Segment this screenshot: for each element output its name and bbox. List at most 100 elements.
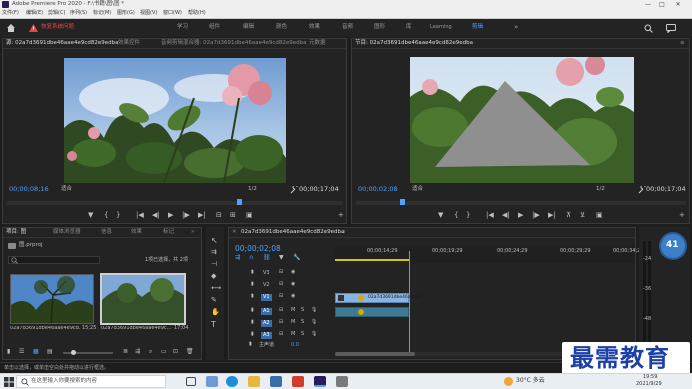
- lock-icon[interactable]: ▮: [251, 332, 254, 337]
- step-back-icon[interactable]: ◀|: [502, 212, 510, 219]
- eye-icon[interactable]: ◉: [291, 294, 295, 299]
- timeline-timecode[interactable]: 00;00;02;08: [235, 245, 281, 253]
- master-lock-icon[interactable]: ▮: [249, 342, 252, 347]
- windows-start-icon[interactable]: [4, 377, 14, 387]
- trash-icon[interactable]: 🗑: [186, 349, 194, 355]
- source-scrub-bar[interactable]: [7, 199, 343, 205]
- tab-learning[interactable]: Learning: [430, 25, 452, 30]
- tab-metadata[interactable]: 元数据: [309, 40, 326, 47]
- audio-clip[interactable]: [335, 307, 409, 317]
- mark-out-icon[interactable]: }: [116, 212, 120, 219]
- new-item-icon[interactable]: ⊡: [173, 349, 178, 355]
- source-video-frame[interactable]: [64, 58, 286, 183]
- track-header-a3[interactable]: ▮ A3 ⊟ M S 🎙: [247, 330, 333, 341]
- taskbar-search-box[interactable]: 在这里输入你要搜索的内容: [16, 375, 166, 388]
- track-header-a2[interactable]: ▮ A2 ⊟ M S 🎙: [247, 318, 333, 329]
- tab-effects[interactable]: 效果: [131, 229, 142, 236]
- microphone-icon[interactable]: 🎙: [311, 320, 317, 325]
- work-area-bar[interactable]: [335, 259, 409, 261]
- file-explorer-icon[interactable]: [248, 376, 260, 387]
- slip-tool-icon[interactable]: ⟷: [211, 285, 221, 292]
- tab-audio[interactable]: 音频: [342, 24, 353, 31]
- task-view-icon[interactable]: [186, 377, 196, 386]
- program-scrub-bar[interactable]: [356, 199, 686, 205]
- solo-icon[interactable]: S: [301, 308, 304, 313]
- search-icon[interactable]: [644, 24, 653, 33]
- alert-text[interactable]: 恢复系统问题: [41, 24, 74, 31]
- wps-office-icon[interactable]: [292, 376, 304, 387]
- lock-icon[interactable]: ▮: [251, 294, 254, 299]
- extract-icon[interactable]: ⊻: [580, 212, 585, 219]
- tab-effect-controls[interactable]: 效果控件: [118, 40, 140, 47]
- store-icon[interactable]: [270, 376, 282, 387]
- microphone-icon[interactable]: 🎙: [311, 308, 317, 313]
- tab-graphics[interactable]: 图形: [374, 24, 385, 31]
- wrench-icon[interactable]: [638, 184, 646, 194]
- lock-icon[interactable]: ▮: [251, 282, 254, 287]
- tab-audio-clip-mixer[interactable]: 音频剪辑混合器: 02a7d3691dbe46aae4e9cd82e9edba: [161, 40, 306, 47]
- camera-icon[interactable]: ▣: [596, 212, 603, 219]
- close-button[interactable]: ✕: [672, 0, 684, 9]
- tab-info[interactable]: 信息: [101, 229, 112, 236]
- clock-date[interactable]: 2021/9/29: [636, 382, 662, 387]
- lock-icon[interactable]: ▮: [251, 308, 254, 313]
- add-marker-icon[interactable]: ▼: [438, 212, 443, 219]
- project-item-name[interactable]: 02a7d3691dbe46aae4e9c...: [101, 326, 171, 331]
- lift-icon[interactable]: ⊼: [566, 212, 571, 219]
- program-resolution-dropdown[interactable]: 1/2: [596, 186, 605, 193]
- master-value[interactable]: 0.0: [291, 343, 299, 348]
- tab-color[interactable]: 颜色: [276, 24, 287, 31]
- project-search-input[interactable]: [8, 256, 100, 264]
- step-forward-icon[interactable]: |▶: [182, 212, 190, 219]
- edge-browser-icon[interactable]: [226, 376, 238, 387]
- menu-clip[interactable]: 剪辑(C): [48, 11, 65, 16]
- tab-effects[interactable]: 效果: [309, 24, 320, 31]
- sync-lock-icon[interactable]: ⊟: [279, 282, 283, 287]
- menu-sequence[interactable]: 序列(S): [70, 11, 87, 16]
- timeline-close-icon[interactable]: ✕: [232, 229, 237, 236]
- add-marker-icon[interactable]: ▼: [88, 212, 93, 219]
- menu-marker[interactable]: 标记(M): [93, 11, 111, 16]
- program-fit-dropdown[interactable]: 适合: [412, 186, 423, 193]
- selection-tool-icon[interactable]: ↖: [211, 237, 218, 245]
- sync-lock-icon[interactable]: ⊟: [279, 320, 283, 325]
- ripple-edit-tool-icon[interactable]: ⊣: [211, 261, 217, 268]
- sort-icon[interactable]: ≣: [123, 349, 128, 355]
- tab-clip[interactable]: 剪辑: [472, 24, 483, 31]
- source-playhead[interactable]: [237, 199, 242, 205]
- go-to-in-icon[interactable]: |◀: [486, 212, 494, 219]
- solo-icon[interactable]: S: [301, 332, 304, 337]
- mute-icon[interactable]: M: [291, 308, 295, 313]
- list-view-icon[interactable]: ☰: [19, 349, 24, 355]
- program-menu-icon[interactable]: ≡: [680, 40, 685, 47]
- minimize-button[interactable]: —: [642, 0, 654, 9]
- sync-lock-icon[interactable]: ⊟: [279, 294, 283, 299]
- project-item-thumbnail[interactable]: [10, 274, 94, 324]
- zoom-slider-handle[interactable]: [71, 350, 76, 355]
- camera-icon[interactable]: ▣: [246, 212, 253, 219]
- find-icon[interactable]: ⌕: [149, 349, 152, 355]
- tab-editing[interactable]: 编辑: [243, 24, 254, 31]
- track-select-tool-icon[interactable]: ⇉: [211, 249, 217, 256]
- widgets-icon[interactable]: [206, 376, 218, 387]
- play-icon[interactable]: ▶: [168, 212, 173, 219]
- menu-help[interactable]: 帮助(H): [188, 11, 206, 16]
- menu-graphics[interactable]: 图形(G): [117, 11, 135, 16]
- add-button-icon[interactable]: +: [338, 212, 344, 219]
- add-button-icon[interactable]: +: [679, 212, 685, 219]
- tab-libraries[interactable]: 库: [406, 24, 412, 31]
- mute-icon[interactable]: M: [291, 320, 295, 325]
- icon-view-icon[interactable]: ▦: [33, 349, 39, 355]
- lock-icon[interactable]: ▮: [251, 320, 254, 325]
- timeline-menu-icon[interactable]: ≡: [341, 229, 346, 236]
- lock-icon[interactable]: ▮: [251, 270, 254, 275]
- snap-icon[interactable]: ∩: [249, 255, 253, 261]
- project-item-thumbnail[interactable]: [100, 273, 186, 325]
- weather-text[interactable]: 30°C 多云: [516, 378, 545, 384]
- mark-out-icon[interactable]: }: [466, 212, 470, 219]
- track-header-v2[interactable]: ▮ V2 ⊟ ◉: [247, 280, 333, 291]
- wrench-icon[interactable]: [290, 184, 298, 194]
- linked-selection-icon[interactable]: ⛓: [263, 255, 271, 261]
- menu-edit[interactable]: 编辑(E): [26, 11, 43, 16]
- tab-media-browser[interactable]: 媒体浏览器: [53, 229, 81, 236]
